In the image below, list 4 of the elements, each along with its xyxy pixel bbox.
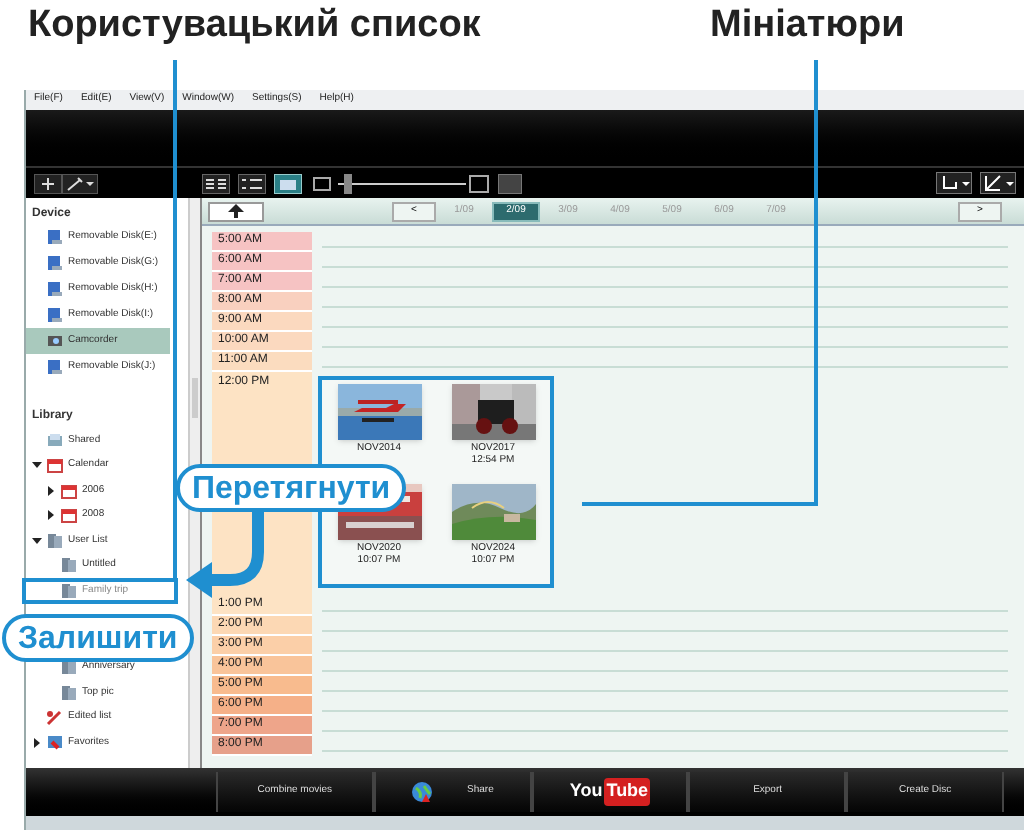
callout-tooltip: Залишити [2,614,194,662]
callout-tooltip: Перетягнути [176,464,407,512]
callout-title: Користувацький список [28,2,481,50]
callout-title: Мініатюри [710,2,905,50]
